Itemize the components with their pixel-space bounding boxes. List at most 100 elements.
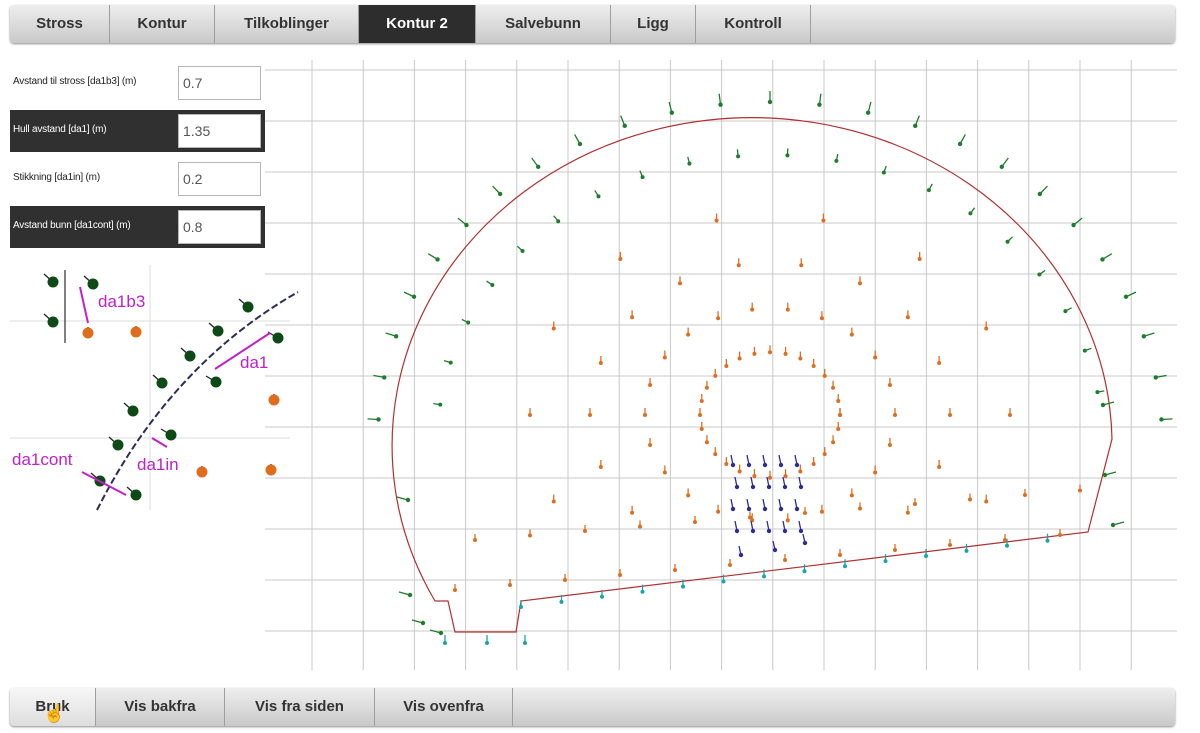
da1in-label: da1in [137,455,179,474]
contour-hole-inner [1095,390,1100,395]
inner-hole [750,307,755,312]
contour-hole [718,102,723,107]
contour-hole-inner [1082,348,1087,353]
contour-hole [999,164,1004,170]
cut-hole [798,528,804,534]
tab-salvebunn[interactable]: Salvebunn [476,5,611,43]
inner-hole [887,383,892,388]
inner-hole [563,578,567,582]
inner-hole [1078,488,1082,493]
contour-hole [376,417,381,422]
da1in-input[interactable] [178,162,261,196]
view-button-bar: Bruk Vis bakfra Vis fra siden Vis ovenfr… [10,688,1175,726]
contour-hole [407,592,413,598]
cut-hole [798,484,804,490]
diagram-inner-hole [196,466,208,478]
inner-hole [799,263,804,268]
inner-hole [1058,533,1062,537]
floor-hole [1045,538,1050,543]
contour-hole [1100,402,1106,408]
inner-hole [724,363,729,368]
hand-cursor-icon: ☝ [43,703,66,723]
vis-bakfra-button[interactable]: Vis bakfra [96,688,225,726]
floor-hole [559,599,564,604]
inner-hole [893,413,897,417]
inner-hole [984,326,989,331]
inner-hole [785,307,790,312]
cut-hole [802,540,808,546]
inner-hole [736,263,741,268]
cut-hole [766,528,772,534]
floor-hole [523,641,527,645]
cut-hole [730,506,736,512]
contour-hole-inner [926,188,931,193]
tab-kontur-2[interactable]: Kontur 2 [359,5,476,43]
inner-hole [551,499,556,504]
diagram-contour-hole [184,350,196,362]
tab-kontur[interactable]: Kontur [110,5,215,43]
inner-hole [673,568,677,572]
inner-hole [819,509,824,514]
inner-hole [713,373,718,378]
da1-input[interactable] [178,114,261,148]
contour-hole-inner [687,161,692,166]
da1b3-input[interactable] [178,66,261,100]
field-label-da1cont: Avstand bunn [da1cont] (m) [13,220,131,231]
floor-hole [802,569,807,574]
floor-hole [600,594,604,599]
floor-hole [883,559,888,564]
cut-hole [772,547,778,553]
inner-hole [893,548,897,552]
contour-hole [497,191,503,197]
inner-hole [648,442,653,447]
inner-hole [822,452,827,457]
inner-hole [836,399,841,404]
inner-hole [528,533,532,538]
inner-hole [917,257,922,262]
contour-hole-inner [640,175,645,180]
inner-hole [678,281,682,286]
contour-hole-inner [490,282,495,287]
field-row-da1cont: Avstand bunn [da1cont] (m) [10,206,265,248]
tab-stross[interactable]: Stross [10,5,110,43]
contour-hole [817,102,822,107]
inner-hole [528,413,532,417]
tab-ligg[interactable]: Ligg [611,5,696,43]
da1cont-input[interactable] [178,210,261,244]
inner-hole [948,543,952,547]
diagram-contour-hole [47,316,59,328]
contour-hole-inner [448,360,453,365]
floor-hole [519,605,523,609]
field-label-da1b3: Avstand til stross [da1b3] (m) [13,76,137,87]
contour-hole [1071,222,1076,228]
diagram-contour-hole [130,489,142,501]
diagram-contour-hole [87,278,99,290]
tab-tilkoblinger[interactable]: Tilkoblinger [215,5,359,43]
floor-hole [681,584,685,589]
contour-hole [1141,334,1147,339]
inner-hole [724,462,729,467]
contour-hole [913,123,918,129]
vis-ovenfra-button[interactable]: Vis ovenfra [375,688,513,726]
contour-hole-inner [968,211,973,216]
cut-hole [746,506,752,512]
tab-kontroll[interactable]: Kontroll [696,5,811,43]
inner-hole [905,510,910,515]
inner-hole [1023,493,1027,497]
vis-fra-siden-button[interactable]: Vis fra siden [225,688,375,726]
cut-hole [738,552,744,558]
inner-hole [905,315,910,320]
contour-hole [435,257,440,262]
contour-hole-inner [785,153,790,158]
inner-hole [704,385,709,390]
inner-hole [704,440,709,445]
cut-hole [794,506,800,512]
inner-hole [948,413,952,417]
contour-hole [1110,522,1116,528]
inner-hole [811,363,816,368]
contour-hole-inner [881,170,886,175]
inner-hole [873,355,878,360]
cut-hole [782,484,788,490]
diagram-inner-hole [82,327,94,339]
inner-hole [798,469,803,474]
